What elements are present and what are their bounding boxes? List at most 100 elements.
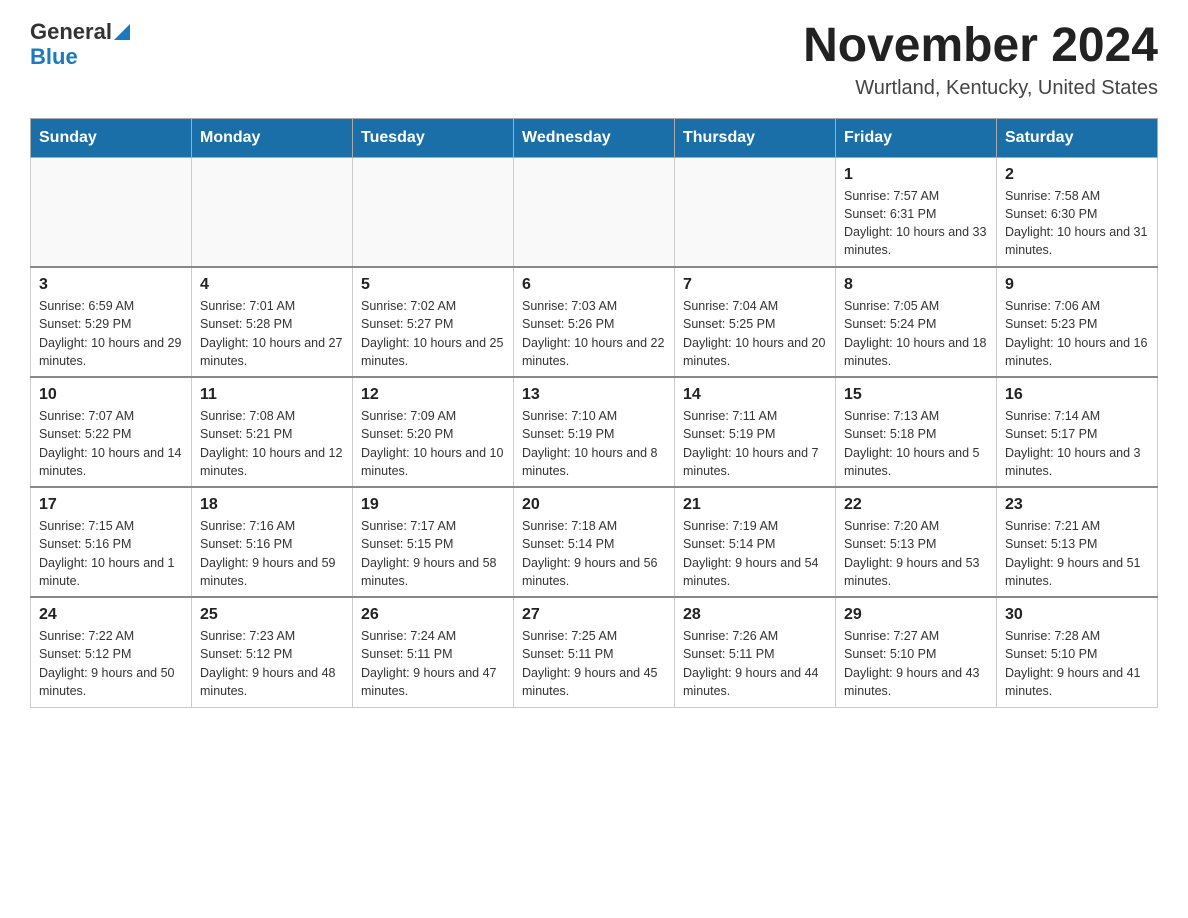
calendar-cell: 14 Sunrise: 7:11 AM Sunset: 5:19 PM Dayli… — [675, 377, 836, 487]
column-header-thursday: Thursday — [675, 118, 836, 157]
day-number: 29 — [844, 606, 988, 624]
day-number: 26 — [361, 606, 505, 624]
day-number: 18 — [200, 496, 344, 514]
day-info: Sunrise: 7:10 AM Sunset: 5:19 PM Dayligh… — [522, 407, 666, 480]
day-number: 27 — [522, 606, 666, 624]
day-number: 22 — [844, 496, 988, 514]
day-info: Sunrise: 7:09 AM Sunset: 5:20 PM Dayligh… — [361, 407, 505, 480]
logo: General Blue — [30, 20, 130, 69]
logo-blue-text: Blue — [30, 44, 78, 69]
calendar-cell: 19Sunrise: 7:17 AM Sunset: 5:15 PM Dayli… — [353, 487, 514, 597]
calendar-cell: 3 Sunrise: 6:59 AM Sunset: 5:29 PM Daylig… — [31, 267, 192, 377]
day-info: Sunrise: 7:07 AM Sunset: 5:22 PM Dayligh… — [39, 407, 183, 480]
calendar-cell — [31, 157, 192, 267]
day-info: Sunrise: 7:05 AM Sunset: 5:24 PM Dayligh… — [844, 297, 988, 370]
calendar-cell: 24 Sunrise: 7:22 AM Sunset: 5:12 PM Dayli… — [31, 597, 192, 707]
day-info: Sunrise: 7:06 AM Sunset: 5:23 PM Dayligh… — [1005, 297, 1149, 370]
day-info: Sunrise: 7:21 AM Sunset: 5:13 PM Dayligh… — [1005, 517, 1149, 590]
day-info: Sunrise: 7:01 AM Sunset: 5:28 PM Dayligh… — [200, 297, 344, 370]
day-number: 2 — [1005, 166, 1149, 184]
calendar-cell: 21Sunrise: 7:19 AM Sunset: 5:14 PM Dayli… — [675, 487, 836, 597]
day-info: Sunrise: 7:02 AM Sunset: 5:27 PM Dayligh… — [361, 297, 505, 370]
calendar-cell: 4 Sunrise: 7:01 AM Sunset: 5:28 PM Daylig… — [192, 267, 353, 377]
calendar-cell: 29 Sunrise: 7:27 AM Sunset: 5:10 PM Dayli… — [836, 597, 997, 707]
calendar-week-row: 1Sunrise: 7:57 AM Sunset: 6:31 PM Daylig… — [31, 157, 1158, 267]
day-number: 25 — [200, 606, 344, 624]
calendar-cell: 1Sunrise: 7:57 AM Sunset: 6:31 PM Daylig… — [836, 157, 997, 267]
calendar-header-row: SundayMondayTuesdayWednesdayThursdayFrid… — [31, 118, 1158, 157]
day-info: Sunrise: 7:26 AM Sunset: 5:11 PM Dayligh… — [683, 627, 827, 700]
day-info: Sunrise: 7:23 AM Sunset: 5:12 PM Dayligh… — [200, 627, 344, 700]
column-header-saturday: Saturday — [997, 118, 1158, 157]
day-info: Sunrise: 7:14 AM Sunset: 5:17 PM Dayligh… — [1005, 407, 1149, 480]
day-number: 21 — [683, 496, 827, 514]
title-area: November 2024 Wurtland, Kentucky, United… — [803, 20, 1158, 100]
calendar-week-row: 24 Sunrise: 7:22 AM Sunset: 5:12 PM Dayli… — [31, 597, 1158, 707]
day-number: 9 — [1005, 276, 1149, 294]
day-info: Sunrise: 7:24 AM Sunset: 5:11 PM Dayligh… — [361, 627, 505, 700]
column-header-tuesday: Tuesday — [353, 118, 514, 157]
logo-general-text: General — [30, 20, 112, 44]
calendar-cell — [514, 157, 675, 267]
calendar-cell: 23 Sunrise: 7:21 AM Sunset: 5:13 PM Dayli… — [997, 487, 1158, 597]
day-info: Sunrise: 7:22 AM Sunset: 5:12 PM Dayligh… — [39, 627, 183, 700]
page-header: General Blue November 2024 Wurtland, Ken… — [30, 20, 1158, 100]
day-number: 24 — [39, 606, 183, 624]
calendar-cell: 25 Sunrise: 7:23 AM Sunset: 5:12 PM Dayli… — [192, 597, 353, 707]
day-info: Sunrise: 7:08 AM Sunset: 5:21 PM Dayligh… — [200, 407, 344, 480]
calendar-title: November 2024 — [803, 20, 1158, 73]
day-number: 8 — [844, 276, 988, 294]
day-number: 14 — [683, 386, 827, 404]
calendar-cell: 12 Sunrise: 7:09 AM Sunset: 5:20 PM Dayli… — [353, 377, 514, 487]
calendar-week-row: 3 Sunrise: 6:59 AM Sunset: 5:29 PM Daylig… — [31, 267, 1158, 377]
day-number: 10 — [39, 386, 183, 404]
column-header-monday: Monday — [192, 118, 353, 157]
day-number: 4 — [200, 276, 344, 294]
calendar-table: SundayMondayTuesdayWednesdayThursdayFrid… — [30, 118, 1158, 708]
calendar-cell — [353, 157, 514, 267]
calendar-cell: 30 Sunrise: 7:28 AM Sunset: 5:10 PM Dayli… — [997, 597, 1158, 707]
day-number: 20 — [522, 496, 666, 514]
day-info: Sunrise: 7:18 AM Sunset: 5:14 PM Dayligh… — [522, 517, 666, 590]
calendar-subtitle: Wurtland, Kentucky, United States — [803, 77, 1158, 100]
logo-triangle-icon — [114, 24, 130, 40]
day-number: 5 — [361, 276, 505, 294]
calendar-cell: 9 Sunrise: 7:06 AM Sunset: 5:23 PM Daylig… — [997, 267, 1158, 377]
calendar-cell: 26 Sunrise: 7:24 AM Sunset: 5:11 PM Dayli… — [353, 597, 514, 707]
calendar-cell — [675, 157, 836, 267]
day-info: Sunrise: 6:59 AM Sunset: 5:29 PM Dayligh… — [39, 297, 183, 370]
calendar-cell: 17Sunrise: 7:15 AM Sunset: 5:16 PM Dayli… — [31, 487, 192, 597]
day-number: 11 — [200, 386, 344, 404]
day-number: 6 — [522, 276, 666, 294]
day-number: 12 — [361, 386, 505, 404]
day-number: 23 — [1005, 496, 1149, 514]
day-number: 3 — [39, 276, 183, 294]
day-info: Sunrise: 7:58 AM Sunset: 6:30 PM Dayligh… — [1005, 187, 1149, 260]
day-number: 13 — [522, 386, 666, 404]
column-header-friday: Friday — [836, 118, 997, 157]
day-info: Sunrise: 7:13 AM Sunset: 5:18 PM Dayligh… — [844, 407, 988, 480]
day-info: Sunrise: 7:25 AM Sunset: 5:11 PM Dayligh… — [522, 627, 666, 700]
calendar-cell: 22Sunrise: 7:20 AM Sunset: 5:13 PM Dayli… — [836, 487, 997, 597]
day-info: Sunrise: 7:57 AM Sunset: 6:31 PM Dayligh… — [844, 187, 988, 260]
day-number: 15 — [844, 386, 988, 404]
calendar-week-row: 17Sunrise: 7:15 AM Sunset: 5:16 PM Dayli… — [31, 487, 1158, 597]
day-number: 30 — [1005, 606, 1149, 624]
calendar-cell: 8 Sunrise: 7:05 AM Sunset: 5:24 PM Daylig… — [836, 267, 997, 377]
day-info: Sunrise: 7:28 AM Sunset: 5:10 PM Dayligh… — [1005, 627, 1149, 700]
day-info: Sunrise: 7:27 AM Sunset: 5:10 PM Dayligh… — [844, 627, 988, 700]
calendar-cell: 18Sunrise: 7:16 AM Sunset: 5:16 PM Dayli… — [192, 487, 353, 597]
day-number: 16 — [1005, 386, 1149, 404]
day-number: 28 — [683, 606, 827, 624]
calendar-cell: 2 Sunrise: 7:58 AM Sunset: 6:30 PM Daylig… — [997, 157, 1158, 267]
calendar-cell: 16 Sunrise: 7:14 AM Sunset: 5:17 PM Dayli… — [997, 377, 1158, 487]
calendar-cell: 28 Sunrise: 7:26 AM Sunset: 5:11 PM Dayli… — [675, 597, 836, 707]
day-info: Sunrise: 7:11 AM Sunset: 5:19 PM Dayligh… — [683, 407, 827, 480]
calendar-week-row: 10 Sunrise: 7:07 AM Sunset: 5:22 PM Dayli… — [31, 377, 1158, 487]
calendar-cell: 7Sunrise: 7:04 AM Sunset: 5:25 PM Daylig… — [675, 267, 836, 377]
day-info: Sunrise: 7:03 AM Sunset: 5:26 PM Dayligh… — [522, 297, 666, 370]
calendar-cell: 10 Sunrise: 7:07 AM Sunset: 5:22 PM Dayli… — [31, 377, 192, 487]
day-number: 19 — [361, 496, 505, 514]
calendar-cell — [192, 157, 353, 267]
day-info: Sunrise: 7:15 AM Sunset: 5:16 PM Dayligh… — [39, 517, 183, 590]
